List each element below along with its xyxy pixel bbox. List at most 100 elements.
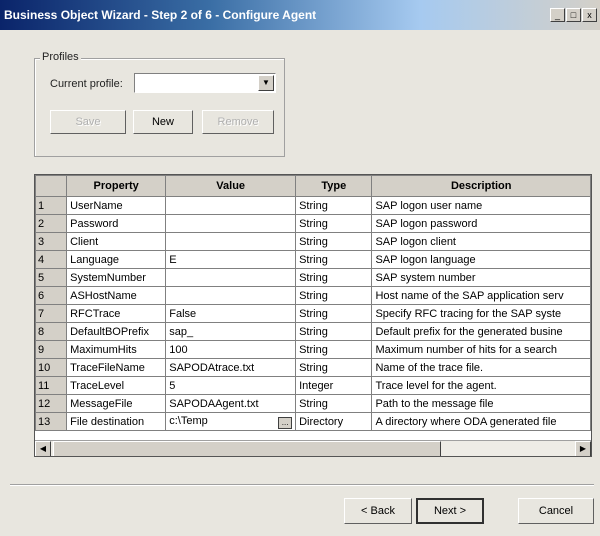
table-row[interactable]: 1 UserName String SAP logon user name (35, 196, 591, 215)
description-cell: Host name of the SAP application serv (371, 286, 591, 305)
value-cell[interactable] (165, 214, 297, 233)
value-cell[interactable]: 100 (165, 340, 297, 359)
row-number: 12 (35, 394, 68, 413)
description-cell: Path to the message file (371, 394, 591, 413)
window-title: Business Object Wizard - Step 2 of 6 - C… (4, 8, 317, 22)
file-destination-value: c:\Temp (169, 414, 208, 427)
row-number: 7 (35, 304, 68, 323)
column-header-value[interactable]: Value (165, 175, 297, 197)
table-row[interactable]: 3 Client String SAP logon client (35, 232, 591, 251)
type-cell: String (295, 304, 373, 323)
value-cell[interactable]: SAPODAAgent.txt (165, 394, 297, 413)
column-header-property[interactable]: Property (66, 175, 167, 197)
table-row[interactable]: 10 TraceFileName SAPODAtrace.txt String Name… (35, 358, 591, 377)
value-cell[interactable] (165, 268, 297, 287)
title-bar[interactable]: Business Object Wizard - Step 2 of 6 - C… (0, 0, 600, 30)
column-header-type[interactable]: Type (295, 175, 373, 197)
property-cell: Password (66, 214, 167, 233)
row-number: 11 (35, 376, 68, 395)
close-button[interactable]: x (582, 8, 597, 22)
property-cell: File destination (66, 412, 167, 431)
type-cell: String (295, 358, 373, 377)
value-cell[interactable]: 5 (165, 376, 297, 395)
property-cell: TraceLevel (66, 376, 167, 395)
current-profile-dropdown[interactable]: ▼ (134, 73, 276, 93)
back-button[interactable]: < Back (344, 498, 412, 524)
row-number: 5 (35, 268, 68, 287)
value-cell[interactable] (165, 286, 297, 305)
chevron-down-icon[interactable]: ▼ (258, 75, 274, 91)
minimize-button[interactable]: _ (550, 8, 565, 22)
property-cell: TraceFileName (66, 358, 167, 377)
property-cell: MessageFile (66, 394, 167, 413)
property-cell: DefaultBOPrefix (66, 322, 167, 341)
table-row[interactable]: 9 MaximumHits 100 String Maximum number of h… (35, 340, 591, 359)
table-row[interactable]: 2 Password String SAP logon password (35, 214, 591, 233)
property-cell: Client (66, 232, 167, 251)
description-cell: Maximum number of hits for a search (371, 340, 591, 359)
value-cell[interactable] (165, 196, 297, 215)
property-cell: MaximumHits (66, 340, 167, 359)
table-row[interactable]: 5 SystemNumber String SAP system number (35, 268, 591, 287)
description-cell: Default prefix for the generated busine (371, 322, 591, 341)
cancel-button[interactable]: Cancel (518, 498, 594, 524)
description-cell: SAP system number (371, 268, 591, 287)
horizontal-scrollbar[interactable]: ◀ ▶ (35, 440, 591, 456)
row-number: 2 (35, 214, 68, 233)
property-cell: Language (66, 250, 167, 269)
save-button[interactable]: Save (50, 110, 126, 134)
value-cell[interactable]: SAPODAtrace.txt (165, 358, 297, 377)
type-cell: String (295, 268, 373, 287)
description-cell: Trace level for the agent. (371, 376, 591, 395)
scroll-right-icon[interactable]: ▶ (575, 441, 591, 456)
type-cell: String (295, 196, 373, 215)
type-cell: String (295, 214, 373, 233)
wizard-window: Business Object Wizard - Step 2 of 6 - C… (0, 0, 600, 536)
property-cell: SystemNumber (66, 268, 167, 287)
description-cell: Specify RFC tracing for the SAP syste (371, 304, 591, 323)
row-number: 1 (35, 196, 68, 215)
type-cell: String (295, 286, 373, 305)
type-cell: String (295, 250, 373, 269)
property-cell: ASHostName (66, 286, 167, 305)
current-profile-label: Current profile: (50, 78, 123, 90)
table-row[interactable]: 6 ASHostName String Host name of the SAP ap… (35, 286, 591, 305)
row-number: 13 (35, 412, 68, 431)
value-cell[interactable]: False (165, 304, 297, 323)
table-row[interactable]: 4 Language E String SAP logon language (35, 250, 591, 269)
property-cell: RFCTrace (66, 304, 167, 323)
column-header-description[interactable]: Description (371, 175, 591, 197)
table-row[interactable]: 13 File destination c:\Temp... Directory A d… (35, 412, 591, 431)
table-row[interactable]: 11 TraceLevel 5 Integer Trace level for the … (35, 376, 591, 395)
type-cell: Directory (295, 412, 373, 431)
type-cell: String (295, 232, 373, 251)
type-cell: String (295, 322, 373, 341)
row-number: 3 (35, 232, 68, 251)
maximize-button[interactable]: □ (566, 8, 581, 22)
new-button[interactable]: New (133, 110, 193, 134)
table-row[interactable]: 8 DefaultBOPrefix sap_ String Default prefix… (35, 322, 591, 341)
value-cell[interactable]: sap_ (165, 322, 297, 341)
description-cell: SAP logon password (371, 214, 591, 233)
type-cell: String (295, 394, 373, 413)
description-cell: SAP logon language (371, 250, 591, 269)
row-number: 10 (35, 358, 68, 377)
value-cell[interactable]: c:\Temp... (165, 412, 297, 431)
row-number: 8 (35, 322, 68, 341)
value-cell[interactable]: E (165, 250, 297, 269)
value-cell[interactable] (165, 232, 297, 251)
table-row[interactable]: 7 RFCTrace False String Specify RFC tracing … (35, 304, 591, 323)
table-row[interactable]: 12 MessageFile SAPODAAgent.txt String Path t… (35, 394, 591, 413)
row-number: 9 (35, 340, 68, 359)
scrollbar-thumb[interactable] (53, 441, 441, 456)
browse-button[interactable]: ... (278, 416, 293, 429)
scroll-left-icon[interactable]: ◀ (35, 441, 51, 456)
next-button[interactable]: Next > (416, 498, 484, 524)
description-cell: SAP logon user name (371, 196, 591, 215)
description-cell: SAP logon client (371, 232, 591, 251)
properties-table: Property Value Type Description 1 UserNam… (35, 175, 591, 431)
remove-button[interactable]: Remove (202, 110, 274, 134)
description-cell: A directory where ODA generated file (371, 412, 591, 431)
type-cell: String (295, 340, 373, 359)
type-cell: Integer (295, 376, 373, 395)
